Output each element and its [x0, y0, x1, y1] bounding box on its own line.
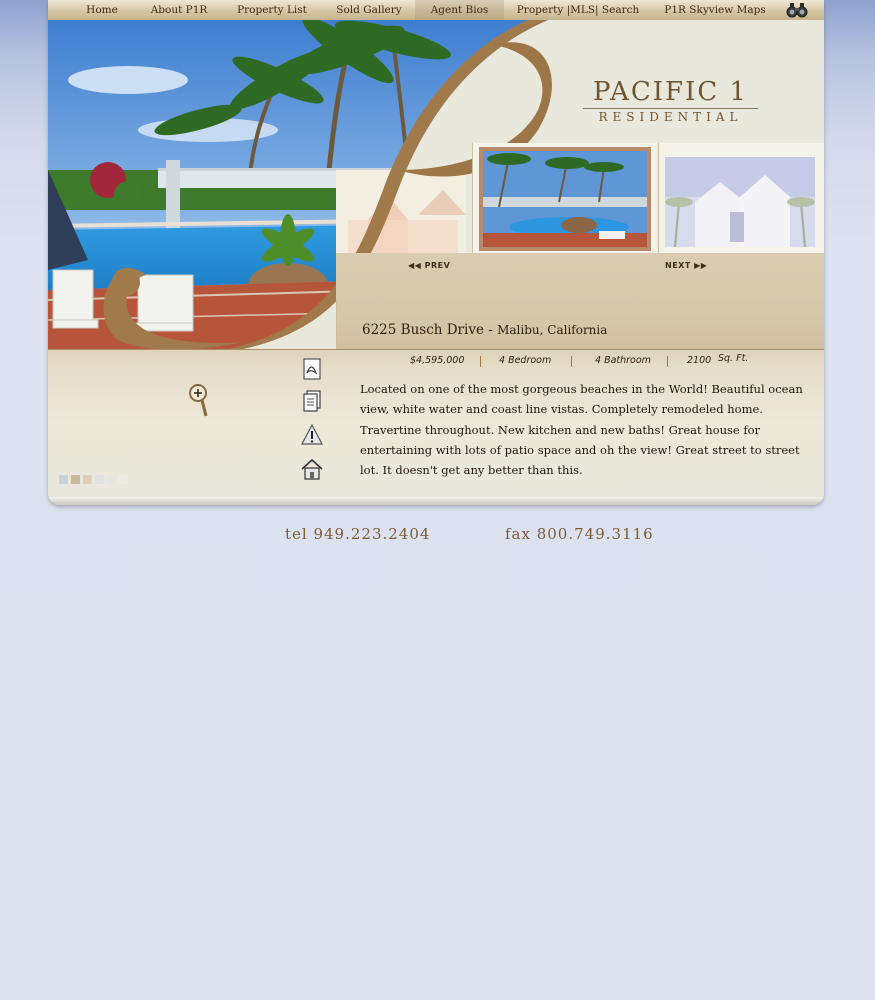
stats-divider — [667, 356, 668, 367]
prev-label: PREV — [424, 261, 451, 270]
fax-number: fax 800.749.3116 — [505, 525, 654, 543]
stats-divider — [571, 356, 572, 367]
page-container: Home About P1R Property List Sold Galler… — [48, 0, 824, 505]
thumbnail-pool-active[interactable] — [472, 143, 657, 253]
brand-logo[interactable]: PACIFIC 1 RESIDENTIAL — [583, 78, 758, 124]
thumbnail-house[interactable] — [658, 143, 824, 253]
city-state: Malibu, California — [497, 323, 608, 337]
listing-description: Located on one of the most gorgeous beac… — [360, 382, 803, 478]
brand-name: PACIFIC 1 — [592, 77, 749, 107]
nav-agent-bios[interactable]: Agent Bios — [415, 0, 504, 20]
swatch[interactable] — [59, 475, 68, 484]
square-footage-unit: Sq. Ft. — [718, 353, 749, 364]
nav-home[interactable]: Home — [72, 0, 132, 20]
swatch[interactable] — [107, 475, 116, 484]
pdf-icon[interactable] — [300, 357, 324, 381]
nav-skyview-maps[interactable]: P1R Skyview Maps — [654, 0, 776, 20]
alert-icon[interactable] — [300, 423, 324, 447]
swatch[interactable] — [95, 475, 104, 484]
photo-thumbnails — [336, 143, 824, 253]
bathroom-count: 4 Bathroom — [595, 355, 651, 366]
nav-property-list[interactable]: Property List — [228, 0, 316, 20]
listing-price: $4,595,000 — [410, 355, 465, 366]
bedroom-count: 4 Bedroom — [499, 355, 552, 366]
listing-address: 6225 Busch Drive - Malibu, California — [362, 322, 607, 338]
home-icon[interactable] — [300, 457, 324, 481]
prev-button[interactable]: ◀◀ PREV — [408, 258, 450, 274]
panel-bottom-edge — [48, 497, 824, 505]
color-swatches — [59, 469, 131, 484]
document-icon[interactable] — [300, 389, 324, 413]
nav-property-search[interactable]: Property |MLS| Search — [514, 0, 642, 20]
zoom-icon[interactable] — [188, 383, 212, 419]
swatch[interactable] — [83, 475, 92, 484]
binoculars-icon[interactable] — [786, 2, 808, 18]
thumbnail-image — [665, 157, 815, 247]
prev-arrow-icon: ◀◀ — [408, 261, 425, 270]
swatch[interactable] — [119, 475, 128, 484]
next-arrow-icon: ▶▶ — [690, 261, 708, 270]
stats-divider — [480, 356, 481, 367]
brand-subtitle: RESIDENTIAL — [583, 108, 758, 124]
next-label: NEXT — [665, 261, 691, 270]
address-dash: - — [488, 322, 493, 338]
phone-number: tel 949.223.2404 — [285, 525, 431, 543]
square-footage-value: 2100 — [687, 355, 712, 366]
nav-about[interactable]: About P1R — [144, 0, 214, 20]
nav-sold-gallery[interactable]: Sold Gallery — [328, 0, 410, 20]
street-address: 6225 Busch Drive — [362, 322, 484, 338]
next-button[interactable]: NEXT ▶▶ — [665, 258, 707, 274]
top-navigation: Home About P1R Property List Sold Galler… — [48, 0, 824, 21]
swatch[interactable] — [71, 475, 80, 484]
thumbnail-image — [479, 147, 651, 251]
